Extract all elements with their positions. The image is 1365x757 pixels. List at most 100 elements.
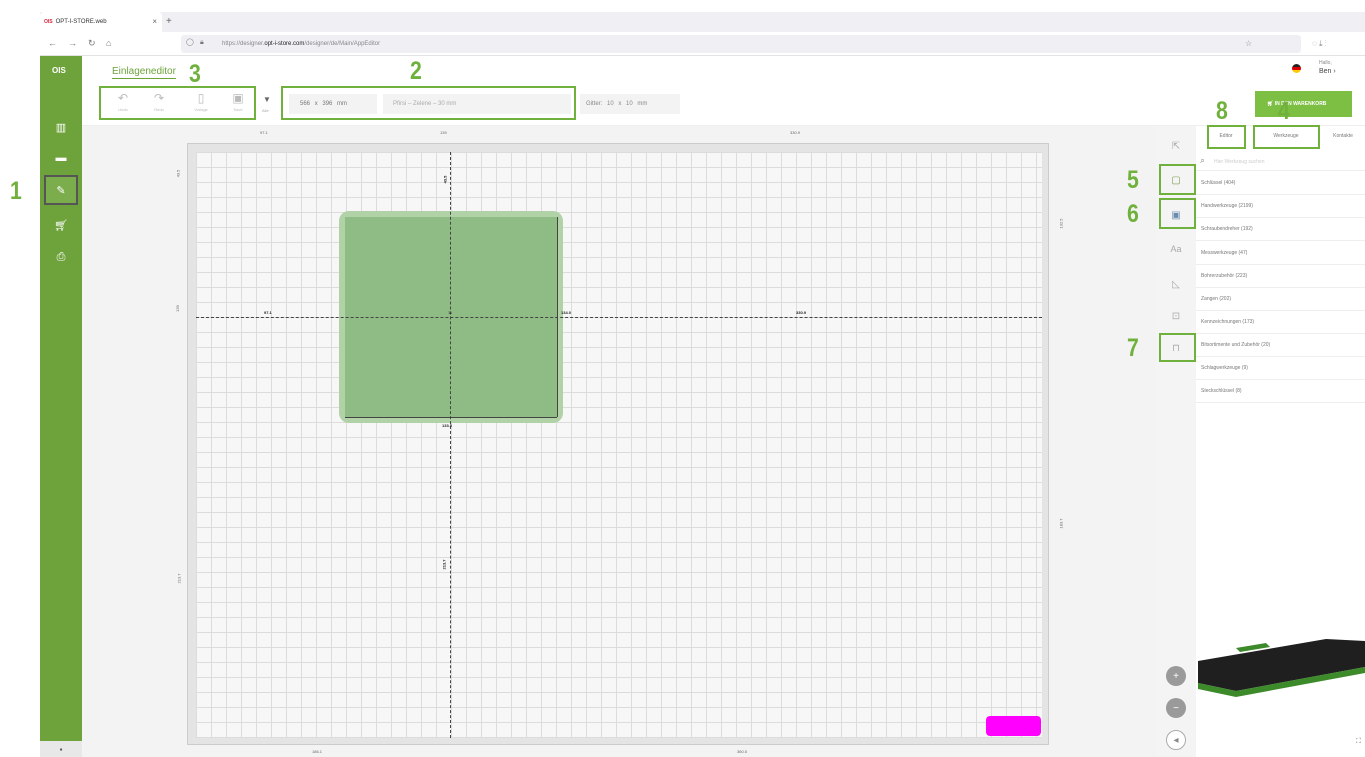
dimension-bottom: 213.7 [441,559,447,570]
extensions-icon[interactable]: ◌ ⤓ ⋮ [1312,36,1327,52]
category-item[interactable]: Handwerkzeuge (2199) [1196,195,1365,218]
grid-y[interactable]: 10 [626,101,633,107]
home-icon[interactable]: ⌂ [106,36,111,50]
grid-x[interactable]: 10 [607,101,614,107]
url-toolbar: ← → ↻ ⌂ ◯ 🔒︎ https://designer.opt-i-stor… [40,32,1365,56]
zoom-in-icon[interactable]: + [1166,666,1186,686]
3d-preview[interactable] [1196,621,1365,711]
browser-tab[interactable]: OIS OPT-I-STORE.web × [40,12,162,32]
dimension-left: 97.1 [264,310,272,315]
category-item[interactable]: Schlüssel (404) [1196,172,1365,195]
add-to-cart-button[interactable]: 🛒︎ IN DEN WARENKORB [1255,91,1352,117]
back-icon[interactable]: ← [48,36,57,50]
category-item[interactable]: Zangen (202) [1196,288,1365,311]
tool-search[interactable]: ⌕ Hier Werkzeug suchen [1196,153,1365,171]
highlight-box-editor-tab [1207,125,1246,149]
editor-nav-icon[interactable]: ✎ [44,175,78,205]
bookmark-star-icon[interactable]: ☆ [1245,36,1252,52]
category-item[interactable]: Steckschlüssel (8) [1196,380,1365,403]
ruler-left-label: 213.7 [176,573,182,584]
ruler-right-label: 183.7 [1058,518,1064,529]
new-tab-icon[interactable]: + [166,12,172,32]
user-menu[interactable]: Ben › [1319,67,1336,76]
browser-tabbar: OIS OPT-I-STORE.web × + [40,12,1365,32]
highlight-box-size [281,86,576,120]
center-label: 11 [448,310,453,315]
collapse-icon[interactable]: ◂ [1166,730,1186,750]
search-icon: ⌕ [1200,155,1206,165]
category-item[interactable]: Messwerkzeuge (47) [1196,242,1365,265]
tab-kontakte[interactable]: Kontakte [1322,126,1364,146]
ruler-top: 97.1 139 330.9 [190,130,1052,138]
category-item[interactable]: Schlagwerkzeuge (9) [1196,357,1365,380]
ruler-bottom-label: 360.5 [737,749,748,754]
highlight-box-werkzeuge-tab [1253,125,1320,149]
annotation-5: 5 [1127,166,1139,194]
greeting: Hallo, [1319,60,1332,66]
bottom-edge-guide [345,417,557,418]
annotation-2: 2 [410,57,422,85]
lock-icon[interactable]: ▪ [40,741,82,757]
right-panel: Editor Werkzeuge Kontakte ⌕ Hier Werkzeu… [1196,126,1365,757]
ruler-left-label: 139 [174,305,180,312]
grid-area[interactable]: 97.1 330.9 43.5 213.7 134.0 133.0 11 [196,152,1042,738]
language-flag-icon[interactable] [1292,64,1301,73]
shield-icon: ◯ [186,39,194,46]
favicon-icon: OIS [44,19,53,25]
url-text[interactable]: https://designer.opt-i-store.com/designe… [222,36,380,52]
ruler-bottom-label: 186.1 [312,749,323,754]
printer-icon[interactable]: ⎙ [52,248,70,266]
select-pointer-icon[interactable]: ⇱ [1166,136,1186,156]
forward-icon[interactable]: → [68,36,77,50]
dimension-top: 43.5 [442,175,448,184]
cutout-tool-icon[interactable]: ⊡ [1166,306,1186,326]
editor-toolbar: ↶ Undo ↷ Redo ▯ Vorlage ▣ Save ▼ Alle 566 x … [82,86,1365,126]
category-item[interactable]: Bitsortimente und Zubehör (20) [1196,334,1365,357]
vertical-guide [450,152,451,738]
grid-times: x [618,101,622,107]
zoom-out-icon[interactable]: − [1166,698,1186,718]
tab-title: OPT-I-STORE.web [55,19,107,25]
polygon-tool-icon[interactable]: ◺ [1166,274,1186,294]
annotation-8: 8 [1216,97,1228,125]
box-icon[interactable]: ▬ [52,149,70,167]
text-tool-icon[interactable]: Aa [1166,239,1186,259]
work-area: 97.1 139 330.9 43.5 139 213.7 132.5 183.… [82,126,1156,757]
username: Ben [1319,68,1332,75]
highlight-marker [986,716,1041,736]
grid-unit: mm [637,101,648,107]
highlight-box-toolbar [99,86,256,120]
right-edge-guide [557,217,558,417]
app-sidebar: OIS ▥ ▬ ✎ 🛒︎ ⎙ ▪ [40,56,82,757]
category-item[interactable]: Schraubendreher (192) [1196,218,1365,241]
dimension-right: 330.9 [796,310,807,315]
chevron-down-icon[interactable]: ▼ [263,95,271,104]
annotation-4: 4 [1278,97,1290,125]
expand-icon[interactable]: ⛶ [1356,738,1361,746]
category-item[interactable]: Bohrerzubehör (223) [1196,265,1365,288]
category-item[interactable]: Kennzeichnungen (173) [1196,311,1365,334]
dropdown-label: Alle [262,108,269,113]
insert-canvas[interactable]: 97.1 330.9 43.5 213.7 134.0 133.0 11 [187,143,1049,745]
reload-icon[interactable]: ↻ [88,36,96,50]
ruler-top-label: 330.9 [790,130,801,135]
app-header: Einlageneditor Hallo, Ben › [82,56,1365,86]
cart-icon[interactable]: 🛒︎ [52,216,70,234]
highlight-box-rect-tool [1159,164,1196,195]
close-tab-icon[interactable]: × [152,12,157,32]
ruler-left-label: 43.5 [175,169,181,178]
barcode-icon[interactable]: ▥ [52,118,70,136]
logo[interactable]: OIS [52,66,66,75]
search-input[interactable]: Hier Werkzeug suchen [1214,159,1265,165]
page-title[interactable]: Einlageneditor [112,66,176,79]
highlight-box-grip-tool [1159,333,1196,362]
ruler-top-label: 139 [440,130,447,135]
grid-label: Gitter: [586,101,603,107]
annotation-3: 3 [189,60,201,88]
grid-size-field[interactable]: Gitter: 10 x 10 mm [580,94,680,114]
annotation-7: 7 [1127,334,1139,362]
lock-icon: 🔒︎ [200,39,204,46]
annotation-6: 6 [1127,200,1139,228]
ruler-top-label: 97.1 [260,130,268,135]
highlight-box-square-tool [1159,198,1196,229]
